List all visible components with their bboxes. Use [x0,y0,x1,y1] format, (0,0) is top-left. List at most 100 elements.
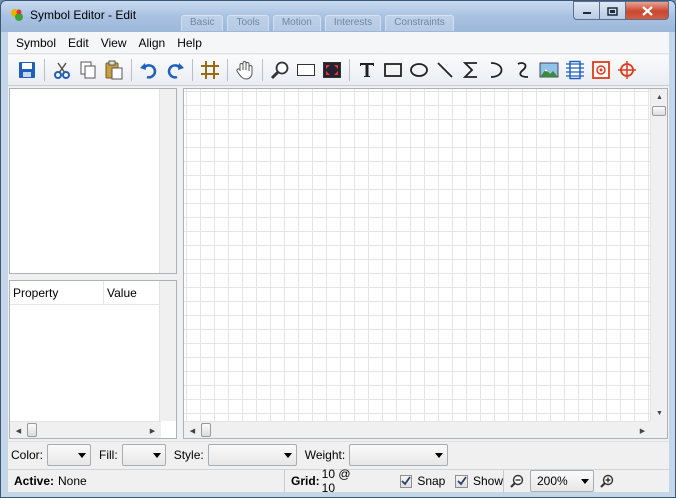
style-dropdown[interactable] [207,444,297,466]
active-value: None [58,474,87,488]
symbol-list-pane[interactable] [9,88,177,274]
background-tab: Tools [227,15,269,31]
toolbar-separator [131,59,132,81]
scroll-up-arrow[interactable]: ▲ [651,89,667,106]
scroll-thumb[interactable] [201,423,211,437]
snap-checkbox[interactable] [399,474,413,488]
column-value[interactable]: Value [104,281,161,305]
crosshair-button[interactable] [614,57,640,83]
grid-value: 10 @ 10 [321,467,351,495]
menu-align[interactable]: Align [133,32,172,54]
background-tab: Constraints [385,15,454,31]
polyline-tool-button[interactable] [458,57,484,83]
scroll-thumb[interactable] [27,423,37,437]
zoom-in-icon[interactable] [600,474,614,488]
undo-button[interactable] [136,57,162,83]
zoom-out-icon[interactable] [510,474,524,488]
maximize-button[interactable] [600,1,626,20]
window-controls [573,1,669,20]
weight-label: Weight: [304,448,346,462]
minimize-button[interactable] [573,1,600,20]
color-dropdown[interactable] [47,444,92,466]
copy-icon [80,61,96,79]
title-bar[interactable]: Symbol Editor - Edit Basic Tools Motion … [1,1,675,32]
zoom-dropdown[interactable]: 200% [530,470,594,492]
column-property[interactable]: Property [10,281,104,305]
rectangle-select-icon [297,64,315,76]
scroll-thumb[interactable] [652,106,666,116]
redo-button[interactable] [162,57,188,83]
background-tab: Basic [181,15,224,31]
fit-view-icon [323,62,341,78]
show-label[interactable]: Show [473,474,503,488]
text-tool-button[interactable] [354,57,380,83]
property-grid-hscroll[interactable]: ◀ ▶ [10,421,161,438]
background-tab: Interests [324,15,382,31]
image-tool-button[interactable] [536,57,562,83]
property-grid-vscroll[interactable] [159,281,176,421]
menu-help[interactable]: Help [171,32,208,54]
pan-hand-icon [236,61,253,80]
zoom-button[interactable] [267,57,293,83]
menu-symbol[interactable]: Symbol [10,32,62,54]
canvas-grid[interactable] [184,89,651,422]
show-checkbox[interactable] [455,474,468,488]
canvas-vscroll[interactable]: ▲ ▼ [650,89,667,422]
save-icon [19,62,35,78]
active-status-panel: Active: None [8,469,285,493]
snap-label[interactable]: Snap [417,474,445,488]
rectangle-tool-button[interactable] [380,57,406,83]
pin-connector-button[interactable] [562,57,588,83]
zoom-status-panel: 200% [504,470,669,493]
toolbar [8,55,669,86]
crosshair-icon [618,61,636,79]
grid-button[interactable] [197,57,223,83]
color-label: Color: [11,448,44,462]
menu-bar: Symbol Edit View Align Help [8,32,669,54]
scroll-left-arrow[interactable]: ◀ [10,422,27,439]
weight-dropdown[interactable] [349,444,449,466]
chevron-down-icon [78,453,87,458]
rectangle-icon [384,63,402,77]
toolbar-separator [262,59,263,81]
symbol-editor-window: Symbol Editor - Edit Basic Tools Motion … [0,0,676,498]
ellipse-tool-button[interactable] [406,57,432,83]
drawing-canvas[interactable]: ▲ ▼ ◀ ▶ [183,88,668,439]
property-grid[interactable]: Property Value ◀ ▶ [9,280,177,439]
style-label: Style: [173,448,204,462]
app-icon [11,9,23,21]
anchor-button[interactable] [588,57,614,83]
toolbar-separator [192,59,193,81]
toolbar-separator [44,59,45,81]
fill-label: Fill: [99,448,118,462]
curve-tool-button[interactable] [510,57,536,83]
save-button[interactable] [14,57,40,83]
scroll-left-arrow[interactable]: ◀ [184,422,201,438]
cut-button[interactable] [49,57,75,83]
background-tabs: Basic Tools Motion Interests Constraints [181,15,454,31]
status-bar: Active: None Grid: 10 @ 10 Snap Show 200… [8,467,669,495]
close-button[interactable] [626,1,669,20]
fit-view-button[interactable] [319,57,345,83]
undo-icon [140,63,157,79]
pan-button[interactable] [232,57,258,83]
chevron-down-icon [581,479,589,484]
menu-edit[interactable]: Edit [62,32,95,54]
zoom-icon [270,61,289,80]
arc-tool-button[interactable] [484,57,510,83]
select-rect-button[interactable] [293,57,319,83]
scroll-down-arrow[interactable]: ▼ [651,405,667,422]
line-tool-button[interactable] [432,57,458,83]
scroll-right-arrow[interactable]: ▶ [634,422,651,438]
restore-icon [607,6,618,16]
copy-button[interactable] [75,57,101,83]
active-label: Active: [14,474,55,488]
curve-icon [517,62,529,78]
paste-button[interactable] [101,57,127,83]
scroll-right-arrow[interactable]: ▶ [144,422,161,439]
grid-label: Grid: [291,474,320,488]
menu-view[interactable]: View [95,32,133,54]
fill-dropdown[interactable] [121,444,166,466]
symbol-list-vscroll[interactable] [159,89,176,273]
canvas-hscroll[interactable]: ◀ ▶ [184,421,651,438]
